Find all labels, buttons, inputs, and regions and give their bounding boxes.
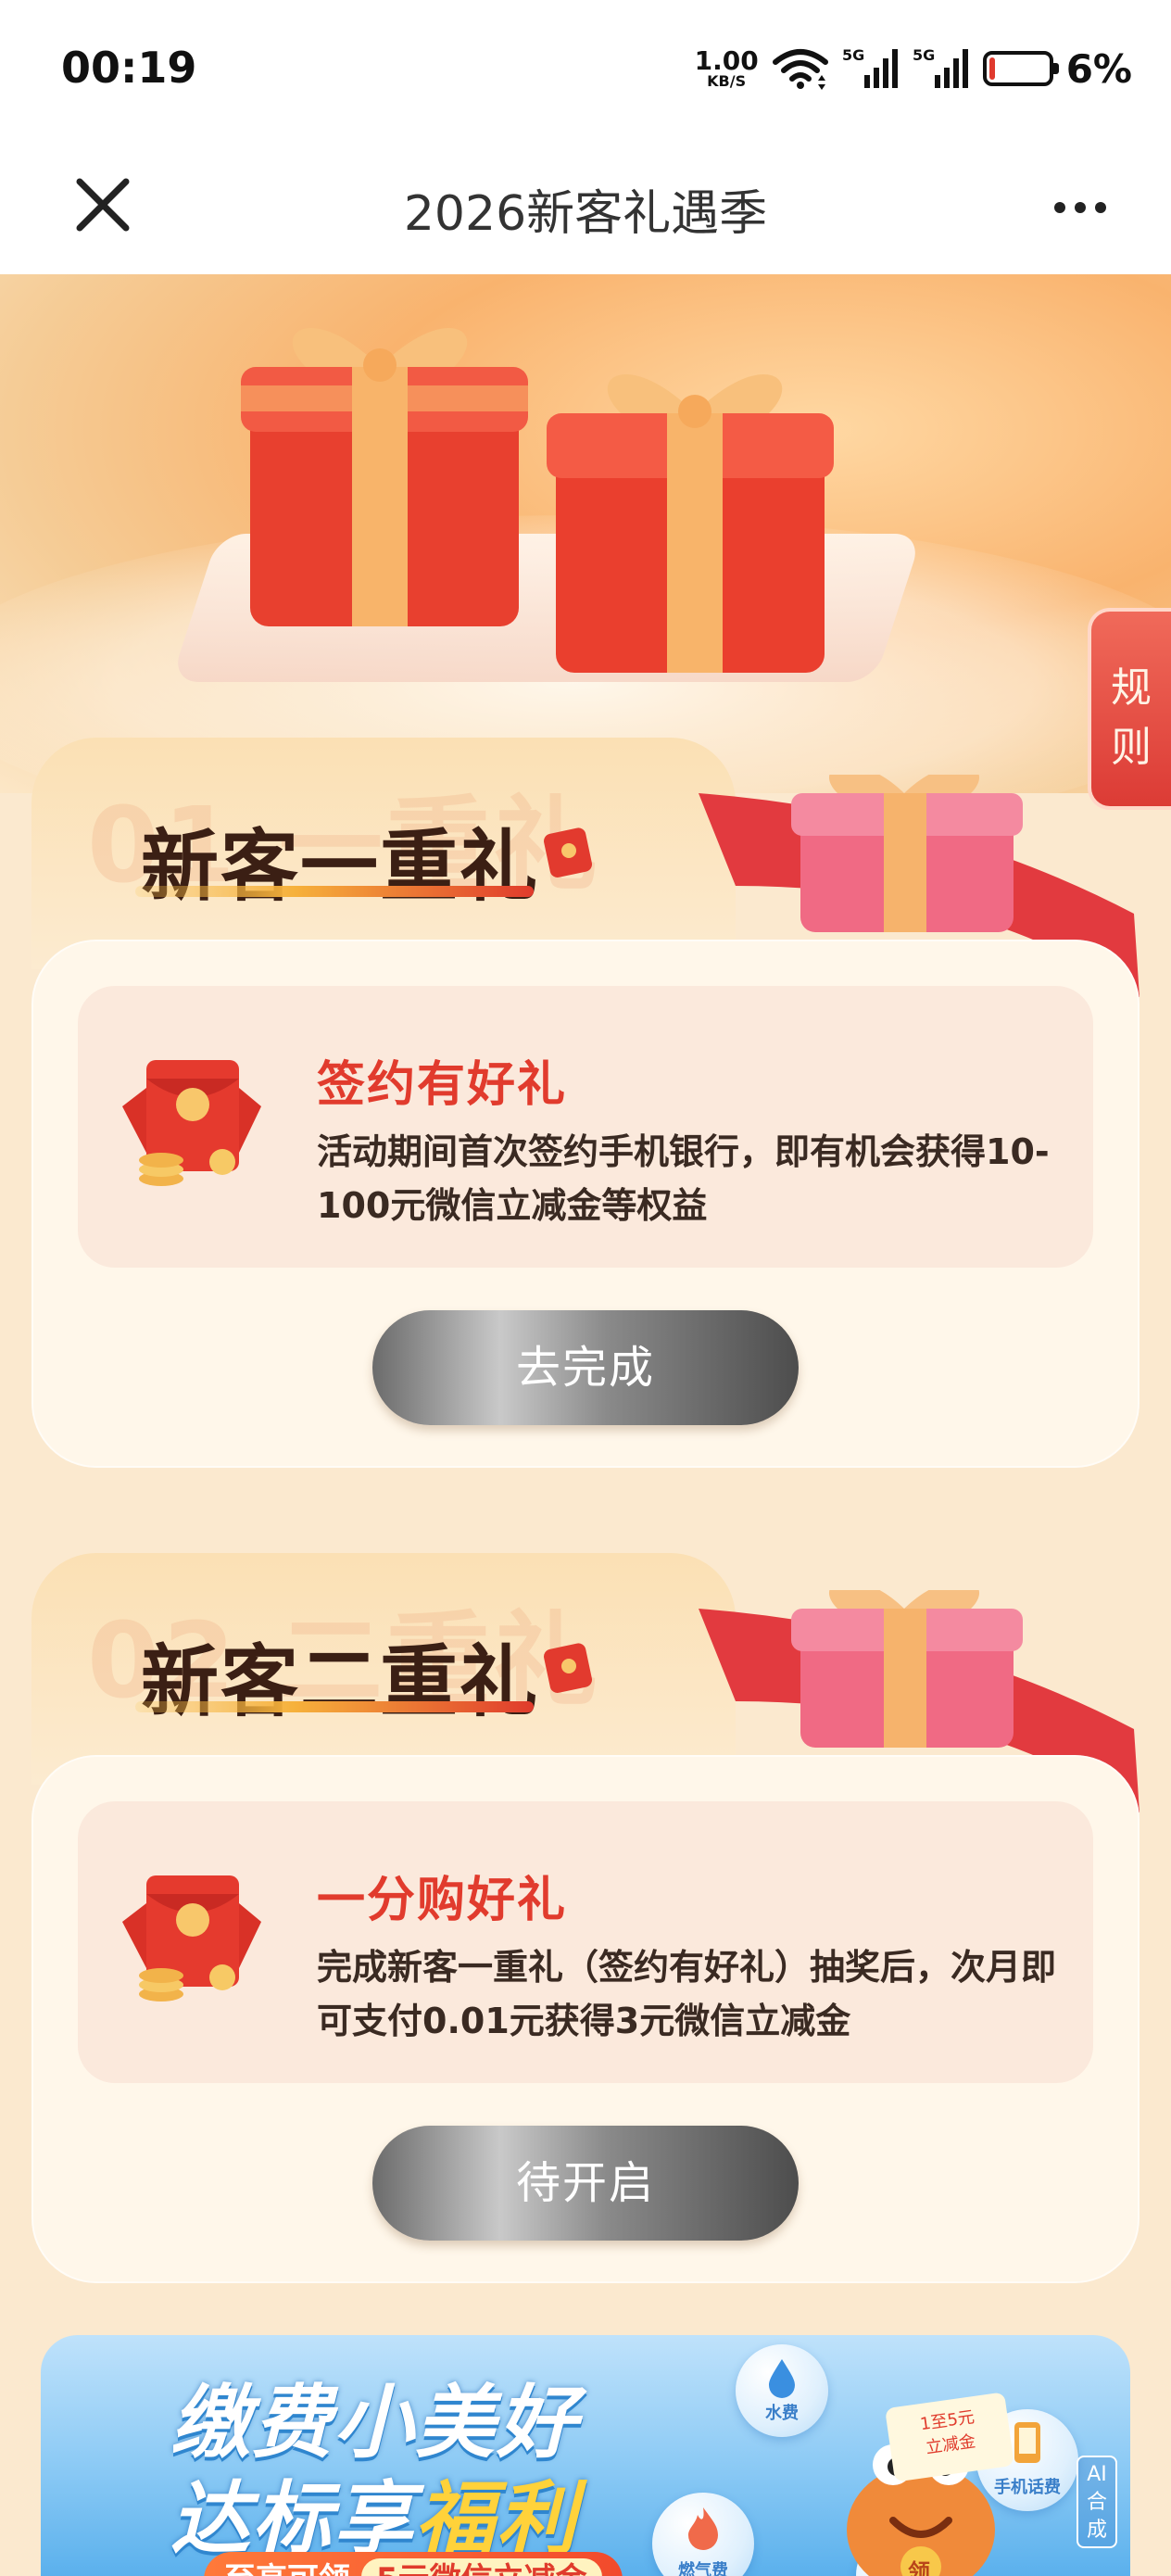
gas-bill-bubble: 燃气费 [652,2493,754,2576]
section-header: 01 一重礼 新客一重礼 [31,738,1140,997]
task-description: 完成新客一重礼（签约有好礼）抽奖后，次月即可支付0.01元获得3元微信立减金 [317,1947,1057,2041]
red-envelope-icon [122,1060,261,1186]
go-complete-button[interactable]: 去完成 [372,1310,799,1425]
rules-char-1: 规 [1111,664,1152,712]
task-description: 活动期间首次签约手机银行，即有机会获得10-100元微信立减金等权益 [317,1131,1050,1226]
ai-badge-line-1: AI [1087,2463,1107,2486]
section-body: 签约有好礼 活动期间首次签约手机银行，即有机会获得10-100元微信立减金等权益… [31,940,1140,1468]
status-bar: 00:19 1.00 KB/S 5G 5G 6% [0,0,1171,139]
network-speed-value: 1.00 [694,45,759,76]
task-card: 一分购好礼 完成新客一重礼（签约有好礼）抽奖后，次月即可支付0.01元获得3元微… [78,1801,1093,2083]
gas-bill-label: 燃气费 [678,2561,728,2576]
nav-bar: 2026新客礼遇季 [0,139,1171,274]
status-time: 00:19 [61,43,197,93]
red-envelope-icon [544,827,593,878]
battery-icon [982,51,1059,86]
more-icon[interactable] [1051,189,1110,226]
water-bill-label: 水费 [765,2404,799,2423]
section-title: 新客一重礼 [141,821,540,912]
page-title: 2026新客礼遇季 [403,186,768,242]
water-drop-icon [769,2359,795,2398]
task-card: 签约有好礼 活动期间首次签约手机银行，即有机会获得10-100元微信立减金等权益 [78,986,1093,1268]
flame-icon [688,2507,718,2550]
status-icons: 1.00 KB/S 5G 5G 6% [695,41,1132,96]
banner-pill-value: 5元微信立减金 [361,2558,602,2576]
red-envelope-icon [544,1643,593,1693]
network-speed: 1.00 KB/S [695,48,759,89]
signal-icon: 5G [842,46,898,88]
ai-generated-badge: AI 合成 [1077,2456,1117,2548]
battery-percent: 6% [1065,45,1132,92]
banner-pill-prefix: 至高可领 [224,2561,350,2576]
hero-banner [0,274,1171,793]
phone-icon [1014,2422,1040,2463]
section-header: 02 二重礼 新客二重礼 [31,1553,1140,1812]
pending-open-button[interactable]: 待开启 [372,2126,799,2241]
water-bill-bubble: 水费 [736,2344,828,2437]
signal-label-1: 5G [842,46,864,64]
bill-payment-banner[interactable]: 缴费小美好 达标享福利 至高可领5元微信立减金 水费 燃气费 电费 手机话费 领… [41,2335,1130,2576]
signal-label-2: 5G [913,46,935,64]
ai-badge-line-2: 合成 [1086,2491,1107,2542]
crab-badge-label: 领 [908,2559,930,2576]
red-envelope-icon [122,1875,261,2001]
network-speed-unit: KB/S [707,72,747,90]
task-title: 一分购好礼 [317,1873,568,1928]
signal-icon-2: 5G [913,46,968,88]
section-body: 一分购好礼 完成新客一重礼（签约有好礼）抽奖后，次月即可支付0.01元获得3元微… [31,1755,1140,2283]
gift-box-icon [241,328,528,626]
task-title: 签约有好礼 [317,1057,568,1113]
wifi-icon [772,49,828,90]
banner-reward-pill: 至高可领 5元微信立减金 [204,2552,623,2576]
gift-box-icon-2 [547,374,834,673]
section-title: 新客二重礼 [141,1636,540,1727]
